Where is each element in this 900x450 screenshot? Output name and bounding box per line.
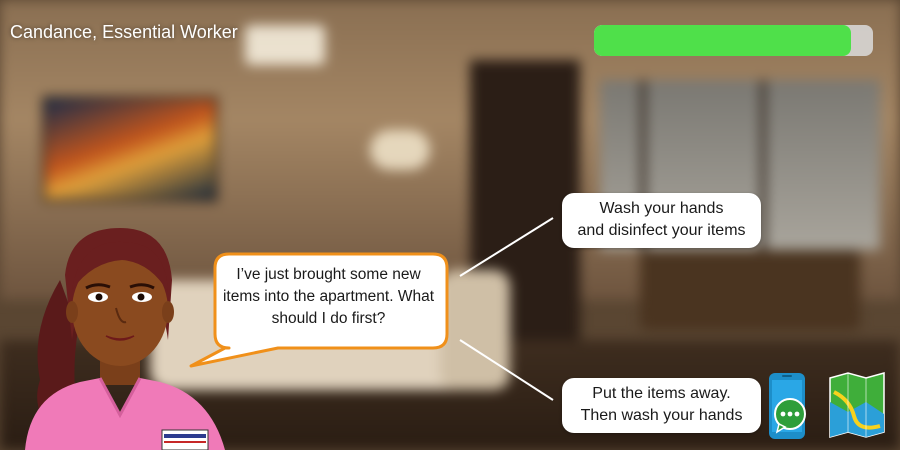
choice-1-line-2: and disinfect your items xyxy=(577,222,746,239)
character-candance xyxy=(0,220,260,450)
choice-2-line-1: Put the items away. xyxy=(592,385,731,402)
name-badge xyxy=(161,429,209,450)
choice-1-line-1: Wash your hands xyxy=(599,200,724,217)
map-icon[interactable] xyxy=(828,372,886,438)
connector-line-1 xyxy=(459,217,554,277)
choice-wash-hands-button[interactable]: Wash your hands and disinfect your items xyxy=(562,193,761,248)
connector-line-2 xyxy=(459,339,554,401)
game-scene: Candance, Essential Worker I’ve just bro… xyxy=(0,0,900,450)
phone-chat-icon[interactable] xyxy=(768,372,806,440)
choice-put-away-button[interactable]: Put the items away. Then wash your hands xyxy=(562,378,761,433)
choice-2-line-2: Then wash your hands xyxy=(580,407,743,424)
